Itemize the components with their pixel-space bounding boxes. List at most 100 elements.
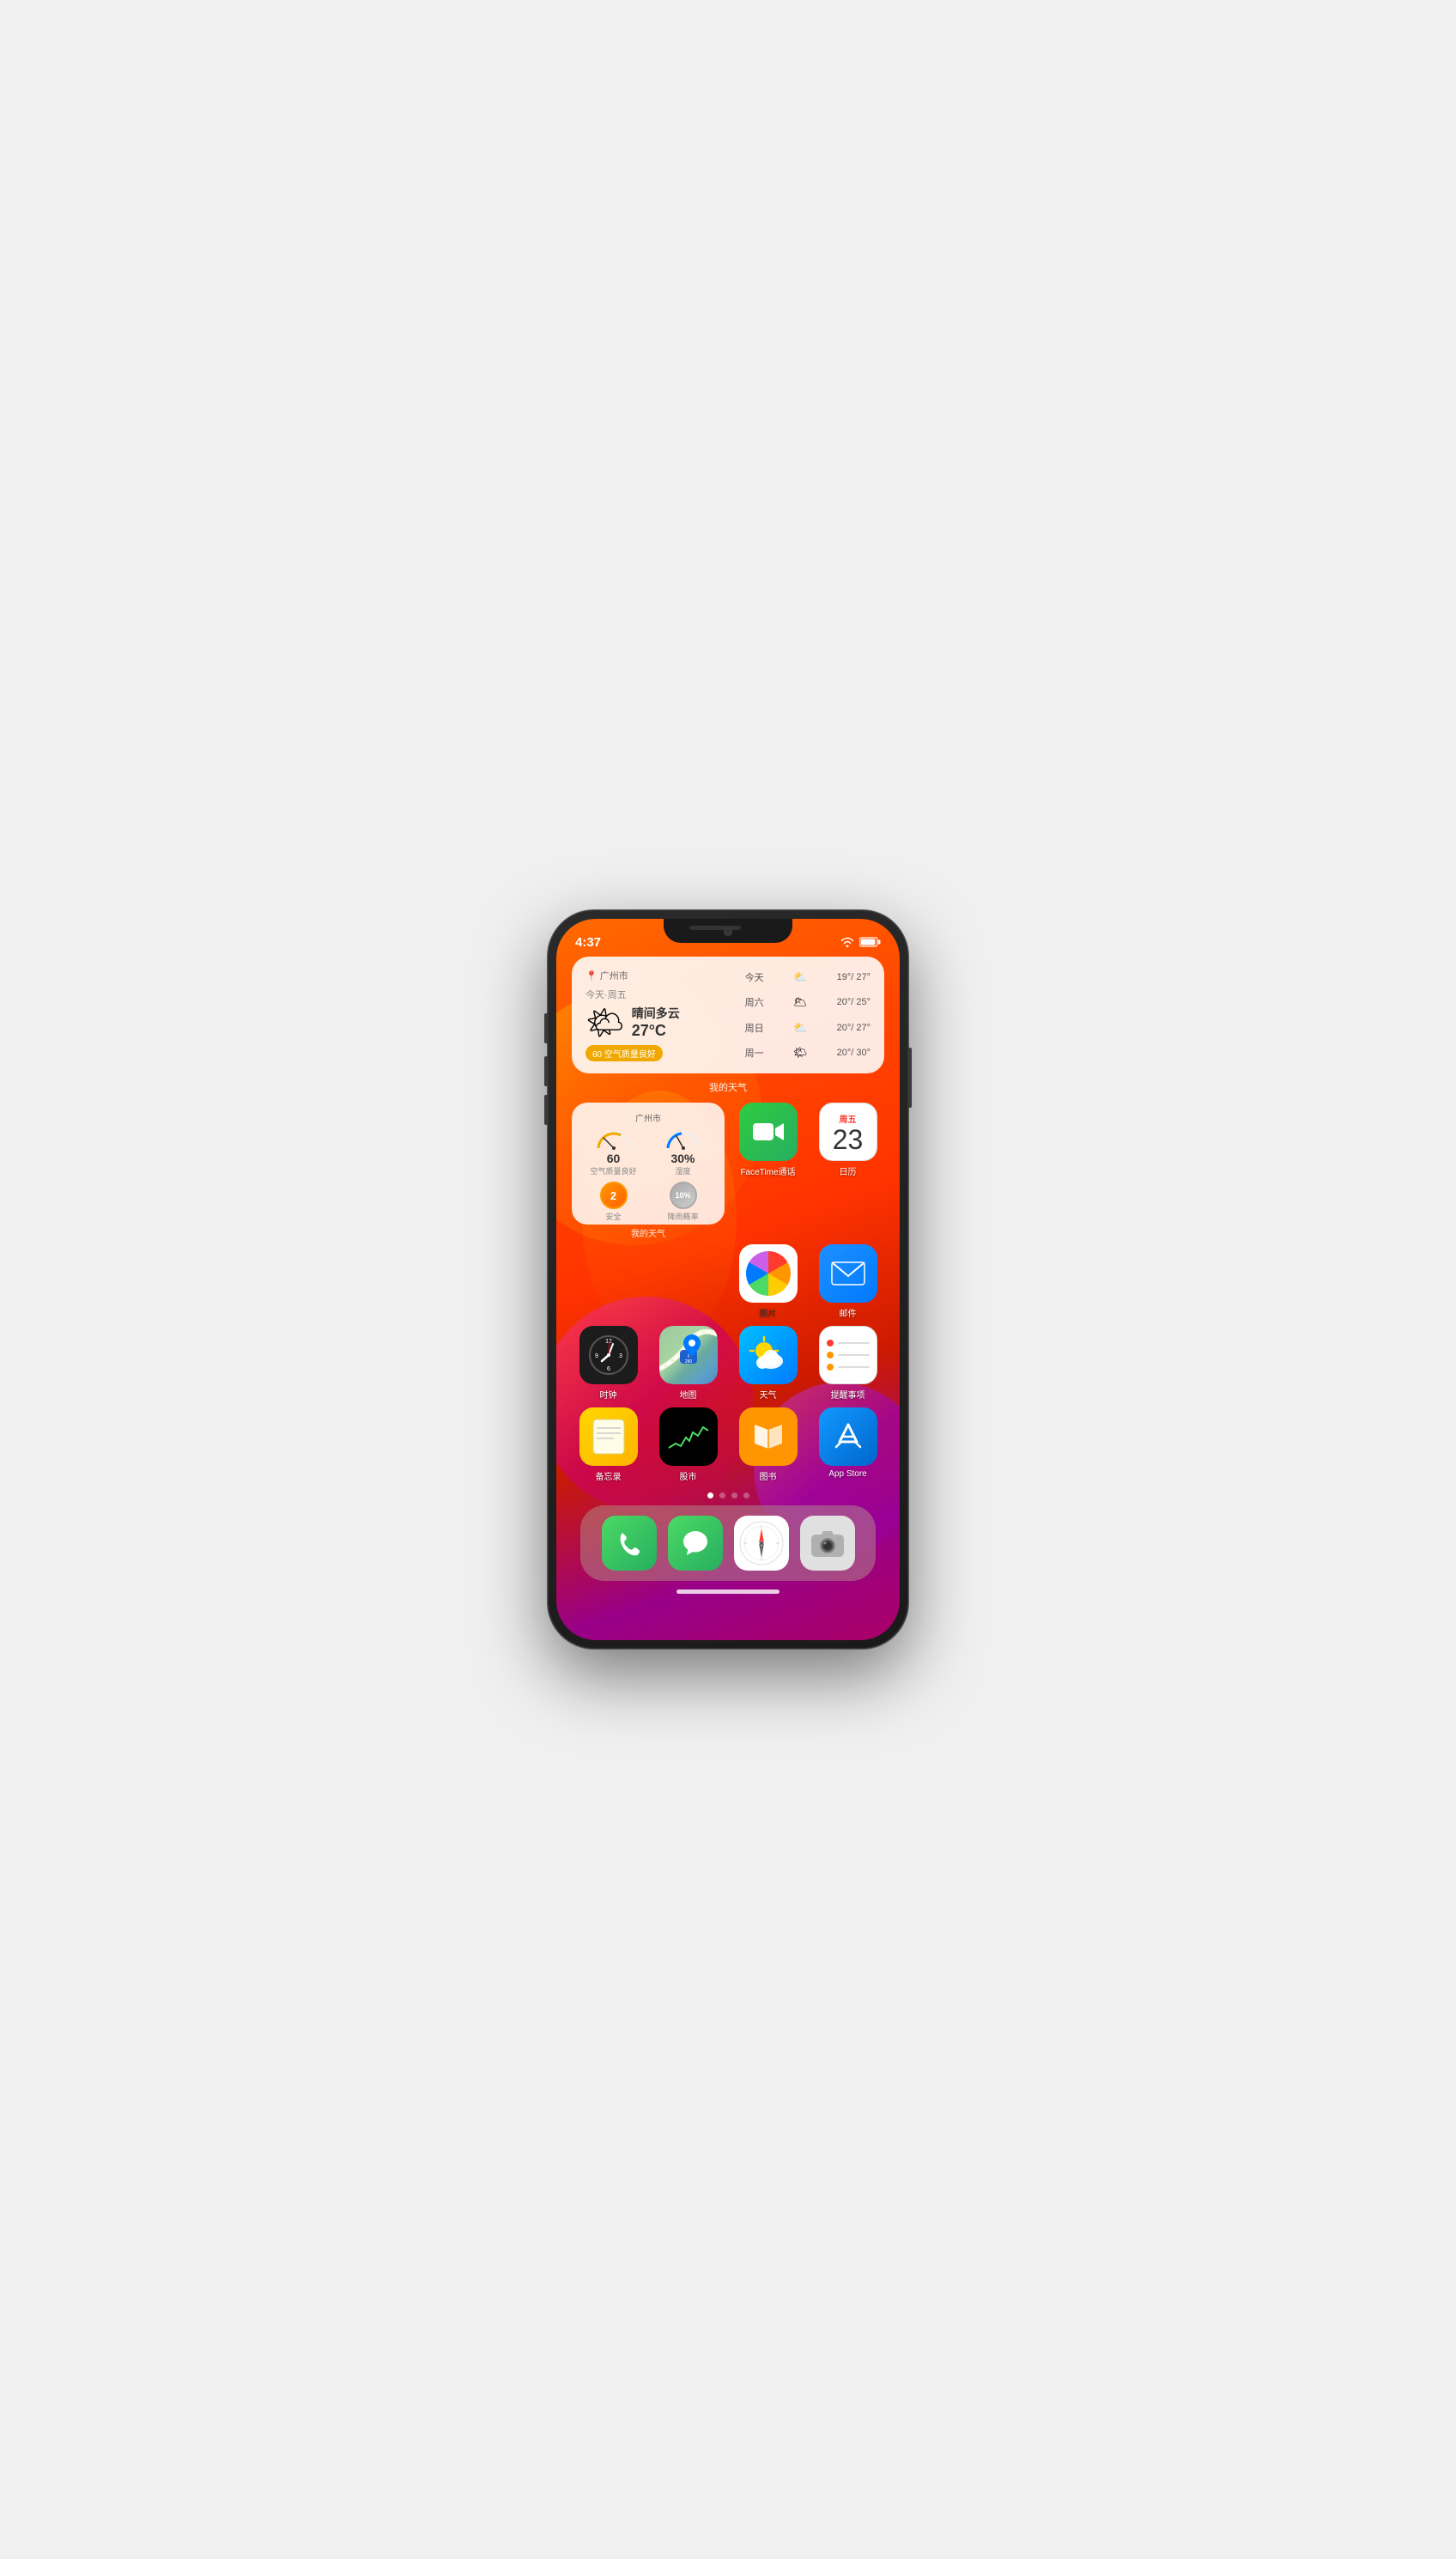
- app-books[interactable]: 图书: [731, 1407, 804, 1482]
- books-svg: [749, 1418, 787, 1456]
- app-grid-row2: 照片 邮件: [572, 1244, 884, 1319]
- app-facetime[interactable]: FaceTime通话: [731, 1103, 804, 1239]
- facetime-label: FaceTime通话: [740, 1164, 795, 1177]
- weather-left: 📍 广州市 今天·周五 🌤 晴间多云 27°C 60 空气质量良好: [585, 969, 737, 1061]
- app-maps[interactable]: I 280 地图: [652, 1326, 725, 1401]
- app-grid-row4: 备忘录 股市: [572, 1407, 884, 1482]
- weather-mini-widget-container: 广州市 60 空气质量良好: [572, 1103, 725, 1239]
- aqi-label: 空气质量良好: [590, 1165, 636, 1176]
- battery-icon: [859, 937, 881, 947]
- mail-label: 邮件: [840, 1306, 857, 1319]
- svg-text:6: 6: [607, 1366, 610, 1372]
- stocks-label: 股市: [680, 1469, 697, 1482]
- page-dot-3[interactable]: [743, 1492, 749, 1498]
- clock-face-svg: 12 3 6 9: [587, 1334, 630, 1377]
- stocks-icon: [659, 1407, 718, 1466]
- aqi-badge: 60 空气质量良好: [585, 1045, 663, 1061]
- weather-main: 🌤 晴间多云 27°C: [585, 1005, 737, 1040]
- svg-text:12: 12: [605, 1339, 612, 1345]
- camera-dock-icon: [800, 1516, 855, 1571]
- status-icons: [840, 937, 881, 947]
- calendar-label: 日历: [840, 1164, 857, 1177]
- weather-mini-widget[interactable]: 广州市 60 空气质量良好: [572, 1103, 725, 1225]
- books-icon: [739, 1407, 798, 1466]
- photos-label: 照片: [760, 1306, 777, 1319]
- forecast-temp-2: 20°/ 27°: [837, 1023, 871, 1033]
- maps-bg: I 280: [659, 1326, 718, 1384]
- weather-mini-uv: 2 安全: [580, 1180, 646, 1224]
- dock-camera[interactable]: [800, 1516, 855, 1571]
- appstore-icon: [819, 1407, 877, 1466]
- forecast-icon-0: ⛅: [793, 970, 807, 984]
- reminder-dot-3: [827, 1364, 834, 1371]
- location-pin-icon: 📍: [585, 970, 598, 982]
- forecast-temp-0: 19°/ 27°: [837, 972, 871, 982]
- weather-mini-widget-label: 我的天气: [572, 1226, 725, 1239]
- calendar-day-num: 23: [833, 1125, 864, 1155]
- humidity-gauge: [664, 1129, 702, 1152]
- forecast-temp-1: 20°/ 25°: [837, 997, 871, 1007]
- app-mail[interactable]: 邮件: [811, 1244, 884, 1319]
- weather-mini-grid: 60 空气质量良好 30%: [580, 1129, 716, 1224]
- forecast-icon-3: 🌤: [793, 1046, 808, 1060]
- svg-text:9: 9: [595, 1353, 598, 1359]
- uv-label: 安全: [605, 1211, 621, 1222]
- mail-icon-svg: [830, 1261, 866, 1286]
- weather-desc-block: 晴间多云 27°C: [632, 1005, 680, 1040]
- weather-app-icon: [739, 1326, 798, 1384]
- weather-widget[interactable]: 📍 广州市 今天·周五 🌤 晴间多云 27°C 60 空气质量良好: [572, 957, 884, 1073]
- home-indicator: [676, 1589, 780, 1594]
- forecast-row-1: 周六 🌥 20°/ 25°: [745, 994, 871, 1011]
- page-dot-2[interactable]: [731, 1492, 737, 1498]
- notes-svg: [588, 1416, 629, 1457]
- phone-screen: 4:37: [556, 919, 900, 1640]
- phone-svg: [614, 1528, 645, 1559]
- safari-dock-icon: [734, 1516, 789, 1571]
- app-reminders[interactable]: 提醒事项: [811, 1326, 884, 1401]
- app-notes[interactable]: 备忘录: [572, 1407, 645, 1482]
- dock-messages[interactable]: [668, 1516, 723, 1571]
- forecast-day-0: 今天: [745, 970, 764, 984]
- weather-forecast: 今天 ⛅ 19°/ 27° 周六 🌥 20°/ 25° 周日 ⛅ 20°/ 27…: [745, 969, 871, 1061]
- forecast-row-2: 周日 ⛅ 20°/ 27°: [745, 1019, 871, 1036]
- forecast-day-3: 周一: [745, 1046, 764, 1060]
- app-stocks[interactable]: 股市: [652, 1407, 725, 1482]
- calendar-icon: 周五 23: [819, 1103, 877, 1161]
- weather-mini-rain: 10% 降雨概率: [650, 1180, 716, 1224]
- weather-temperature: 27°C: [632, 1022, 680, 1040]
- dock-safari[interactable]: [734, 1516, 789, 1571]
- humidity-value: 30%: [670, 1152, 695, 1165]
- forecast-day-1: 周六: [745, 995, 764, 1009]
- home-screen-content: 📍 广州市 今天·周五 🌤 晴间多云 27°C 60 空气质量良好: [556, 957, 900, 1594]
- weather-icon: 🌤: [585, 1007, 625, 1038]
- forecast-day-2: 周日: [745, 1021, 764, 1035]
- rain-label: 降雨概率: [667, 1211, 698, 1222]
- weather-date: 今天·周五: [585, 988, 737, 1001]
- reminder-dot-2: [827, 1352, 834, 1359]
- page-dot-0[interactable]: [707, 1492, 713, 1498]
- uv-circle: 2: [600, 1182, 628, 1209]
- app-calendar[interactable]: 周五 23 日历: [811, 1103, 884, 1239]
- clock-icon: 12 3 6 9: [579, 1326, 638, 1384]
- dock-container: [572, 1505, 884, 1581]
- app-photos[interactable]: 照片: [731, 1244, 804, 1319]
- safari-svg: [738, 1520, 785, 1566]
- wifi-icon: [840, 937, 854, 947]
- app-weather[interactable]: 天气: [731, 1326, 804, 1401]
- app-appstore[interactable]: App Store: [811, 1407, 884, 1482]
- svg-text:3: 3: [619, 1353, 622, 1359]
- notch: [664, 919, 792, 943]
- forecast-row-0: 今天 ⛅ 19°/ 27°: [745, 969, 871, 986]
- humidity-label: 湿度: [675, 1165, 690, 1176]
- weather-mini-humidity: 30% 湿度: [650, 1129, 716, 1176]
- app-clock[interactable]: 12 3 6 9 时钟: [572, 1326, 645, 1401]
- page-dot-1[interactable]: [719, 1492, 725, 1498]
- rain-circle: 10%: [670, 1182, 697, 1209]
- dock-phone[interactable]: [602, 1516, 657, 1571]
- calendar-day-name: 周五: [820, 1109, 877, 1125]
- maps-icon: I 280: [659, 1326, 718, 1384]
- forecast-row-3: 周一 🌤 20°/ 30°: [745, 1044, 871, 1061]
- front-camera: [724, 927, 732, 936]
- messages-dock-icon: [668, 1516, 723, 1571]
- mail-icon: [819, 1244, 877, 1303]
